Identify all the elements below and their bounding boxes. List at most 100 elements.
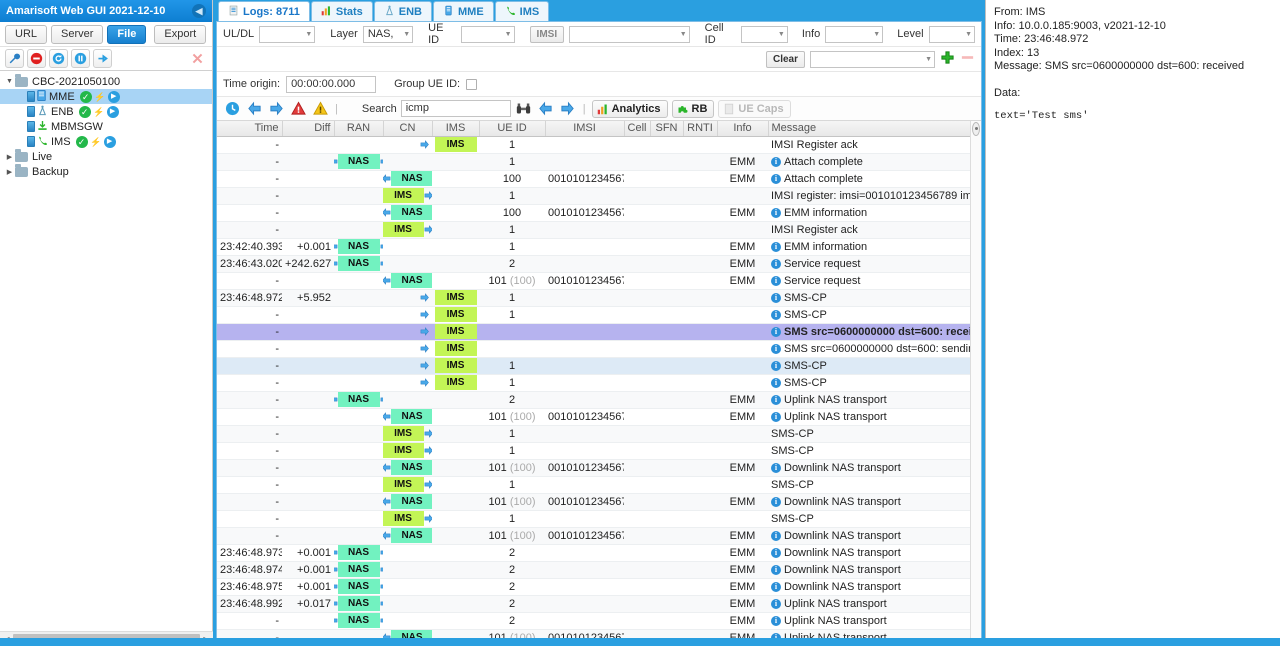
group-ueid-checkbox[interactable] xyxy=(466,78,478,90)
error-triangle-icon[interactable] xyxy=(289,100,307,118)
plus-icon[interactable] xyxy=(940,50,955,68)
binoculars-icon[interactable] xyxy=(515,100,533,118)
table-row[interactable]: 23:46:48.974 +0.001 NAS 2 EMM i Downlink NAS t… xyxy=(217,561,972,579)
warning-triangle-icon[interactable] xyxy=(311,100,329,118)
col-header-ran[interactable]: RAN xyxy=(334,121,384,137)
col-header-time[interactable]: Time xyxy=(217,121,283,137)
power-bolt-icon[interactable]: ⚡ xyxy=(94,91,106,103)
table-row[interactable]: 23:46:48.972 +5.952 IMS 1 i SMS-CP xyxy=(217,289,972,307)
twisty-open-icon[interactable]: ▼ xyxy=(4,78,15,85)
col-header-cell[interactable]: Cell xyxy=(624,121,651,137)
minus-icon[interactable] xyxy=(960,50,975,68)
table-row[interactable]: - IMS 1 SMS-CP xyxy=(217,476,972,494)
preset-select[interactable]: ▼ xyxy=(810,50,935,68)
table-row[interactable]: 23:46:48.992 +0.017 NAS 2 EMM i Uplink NAS tra… xyxy=(217,595,972,613)
table-row[interactable]: - IMS 1 i SMS-CP xyxy=(217,357,972,375)
col-header-message[interactable]: Message xyxy=(768,121,973,137)
table-row[interactable]: - NAS 100001010123456789 EMMiAttach complet… xyxy=(217,170,972,188)
search-prev-icon[interactable] xyxy=(537,100,555,118)
table-row[interactable]: - NAS 2 EMM i Uplink NAS transport xyxy=(217,612,972,630)
col-header-ue-id[interactable]: UE ID xyxy=(479,121,546,137)
collapse-sidebar-icon[interactable]: ◀ xyxy=(192,4,206,18)
col-header-cn[interactable]: CN xyxy=(383,121,433,137)
table-row[interactable]: 23:46:48.975 +0.001 NAS 2 EMM i Downlink NAS t… xyxy=(217,578,972,596)
col-header-diff[interactable]: Diff xyxy=(282,121,335,137)
export-button[interactable]: Export xyxy=(154,24,207,44)
col-header-ims[interactable]: IMS xyxy=(432,121,480,137)
col-header-imsi[interactable]: IMSI xyxy=(545,121,625,137)
table-row[interactable]: - IMS 1 SMS-CP xyxy=(217,510,972,528)
table-row[interactable]: 23:42:40.393 +0.001 NAS 1 EMM i EMM informatio… xyxy=(217,238,972,256)
search-next-icon[interactable] xyxy=(559,100,577,118)
close-icon[interactable] xyxy=(188,49,207,68)
clock-icon[interactable] xyxy=(223,100,241,118)
uldl-select[interactable]: ▼ xyxy=(259,25,316,43)
table-vscrollbar[interactable] xyxy=(970,121,981,642)
tree-item-live[interactable]: ▶ Live xyxy=(0,148,212,164)
imsi-button[interactable]: IMSI xyxy=(529,25,565,43)
table-row[interactable]: - IMS 1 IMSI Register ack xyxy=(217,136,972,154)
table-row[interactable]: - NAS 2 EMM i Uplink NAS transport xyxy=(217,391,972,409)
tab-enb[interactable]: ENB xyxy=(373,1,432,21)
arrow-right-icon[interactable] xyxy=(267,100,285,118)
file-button[interactable]: File xyxy=(107,24,147,44)
tab-ims[interactable]: IMS xyxy=(494,1,550,21)
table-row[interactable]: - IMS 1 SMS-CP xyxy=(217,425,972,443)
power-bolt-icon[interactable]: ⚡ xyxy=(93,106,105,118)
table-row[interactable]: - IMS 1 IMSI Register ack xyxy=(217,221,972,239)
tab-logs[interactable]: Logs: 8711 xyxy=(218,1,310,21)
url-button[interactable]: URL xyxy=(5,24,48,44)
status-ok-icon[interactable]: ✓ xyxy=(75,135,88,148)
tree-item-ims[interactable]: IMS ✓ ⚡ ▶ xyxy=(0,134,212,149)
server-button[interactable]: Server xyxy=(51,24,104,44)
table-row[interactable]: - IMS 1 SMS-CP xyxy=(217,442,972,460)
table-row[interactable]: - NAS 101 (100)001010123456789 EMMiDownlink… xyxy=(217,459,972,477)
pause-icon[interactable] xyxy=(71,49,90,68)
tree-item-cbc-2021050100[interactable]: ▼ CBC-2021050100 xyxy=(0,73,212,89)
tree-item-backup[interactable]: ▶ Backup xyxy=(0,163,212,179)
table-row[interactable]: - NAS 101 (100)001010123456789 EMMiDownlink… xyxy=(217,493,972,511)
tree-item-mme[interactable]: MME ✓ ⚡ ▶ xyxy=(0,89,212,104)
twisty-closed-icon[interactable]: ▶ xyxy=(4,153,15,161)
table-row[interactable]: - IMS 1 i SMS-CP xyxy=(217,374,972,392)
table-row[interactable]: 23:46:48.973 +0.001 NAS 2 EMM i Downlink NAS t… xyxy=(217,544,972,562)
status-ok-icon[interactable]: ✓ xyxy=(78,105,91,118)
col-header-rnti[interactable]: RNTI xyxy=(683,121,718,137)
table-row[interactable]: - NAS 1 EMM i Attach complete xyxy=(217,153,972,171)
table-row[interactable]: 23:46:43.020 +242.627 NAS 2 EMM i Service requ… xyxy=(217,255,972,273)
table-row[interactable]: - IMS i SMS src=0600000000 dst=600: sending xyxy=(217,340,972,358)
table-row[interactable]: - NAS 100001010123456789 EMMiEMM informatio… xyxy=(217,204,972,222)
table-row[interactable]: - NAS 101 (100)001010123456789 EMMiUplink N… xyxy=(217,408,972,426)
stop-icon[interactable] xyxy=(27,49,46,68)
power-bolt-icon[interactable]: ⚡ xyxy=(90,136,102,148)
start-icon[interactable]: ▶ xyxy=(103,135,116,148)
ueid-select[interactable]: ▼ xyxy=(461,25,515,43)
table-row[interactable]: - NAS 101 (100)001010123456789 EMMiDownlink… xyxy=(217,527,972,545)
table-row[interactable]: - NAS 101 (100)001010123456789 EMMiService … xyxy=(217,272,972,290)
analytics-button[interactable]: Analytics xyxy=(591,99,668,118)
cellid-select[interactable]: ▼ xyxy=(741,25,788,43)
start-icon[interactable]: ▶ xyxy=(107,90,120,103)
table-vscroll-thumb[interactable] xyxy=(972,122,980,136)
layer-select[interactable]: NAS, ▼ xyxy=(362,25,414,43)
start-icon[interactable]: ▶ xyxy=(106,105,119,118)
level-select[interactable]: ▼ xyxy=(928,25,975,43)
arrow-left-icon[interactable] xyxy=(245,100,263,118)
refresh-icon[interactable] xyxy=(49,49,68,68)
wrench-icon[interactable] xyxy=(5,49,24,68)
tree-item-enb[interactable]: ENB ✓ ⚡ ▶ xyxy=(0,104,212,119)
status-ok-icon[interactable]: ✓ xyxy=(79,90,92,103)
col-header-info[interactable]: Info xyxy=(717,121,769,137)
search-input[interactable]: icmp xyxy=(400,100,511,117)
table-row[interactable]: - IMS 1 IMSI register: imsi=001010123456789… xyxy=(217,187,972,205)
plug-connect-icon[interactable] xyxy=(93,49,112,68)
tree-item-mbmsgw[interactable]: MBMSGW xyxy=(0,119,212,134)
uecaps-button[interactable]: UE Caps xyxy=(718,99,791,118)
col-header-sfn[interactable]: SFN xyxy=(650,121,684,137)
twisty-closed-icon[interactable]: ▶ xyxy=(4,168,15,176)
table-row[interactable]: - IMS i SMS src=0600000000 dst=600: receive… xyxy=(217,323,972,341)
rb-button[interactable]: RB xyxy=(671,99,715,118)
table-row[interactable]: - IMS 1 i SMS-CP xyxy=(217,306,972,324)
clear-button[interactable]: Clear xyxy=(765,50,805,68)
tab-stats[interactable]: Stats xyxy=(310,1,373,21)
